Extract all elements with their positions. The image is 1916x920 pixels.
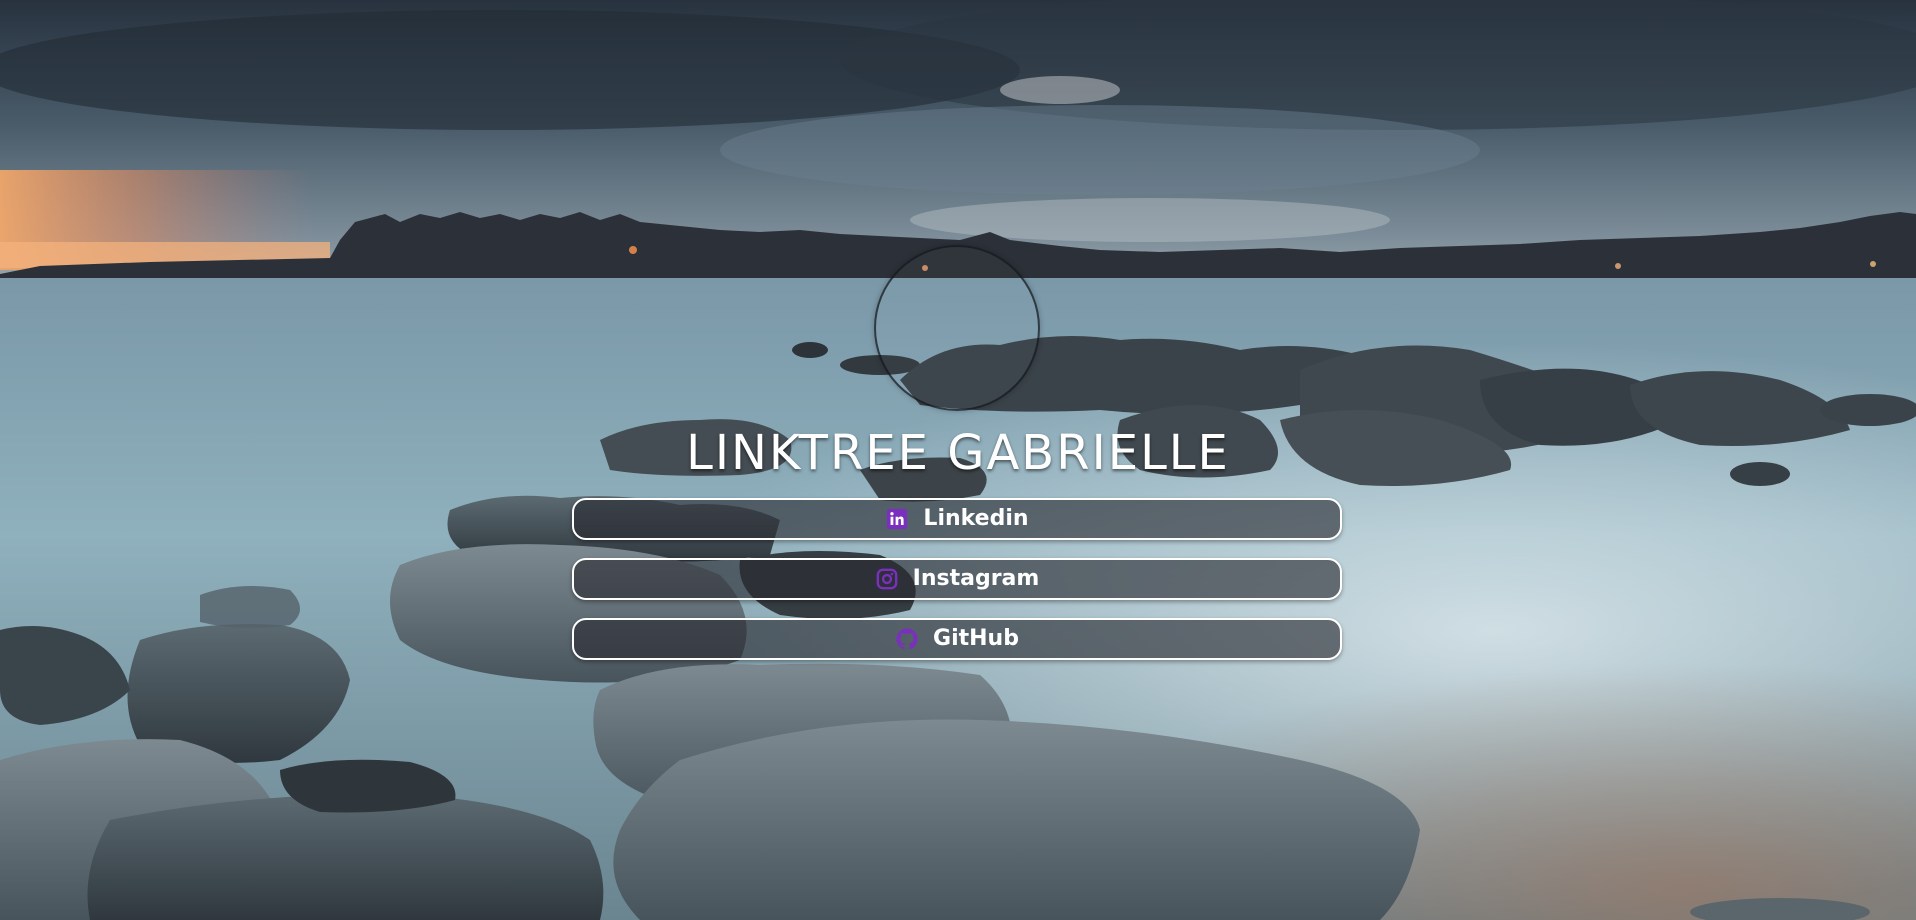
profile-avatar [874, 245, 1040, 411]
linkedin-icon [885, 507, 909, 531]
instagram-link-label: Instagram [912, 566, 1040, 591]
link-list: Linkedin Instagram GitHub [572, 498, 1342, 678]
instagram-icon [875, 567, 899, 591]
page: LINKTREE GABRIELLE Linkedin Instagram Gi… [0, 0, 1916, 920]
github-icon [895, 627, 919, 651]
github-link-button[interactable]: GitHub [572, 618, 1342, 660]
page-title: LINKTREE GABRIELLE [686, 425, 1230, 481]
linkedin-link-label: Linkedin [923, 506, 1029, 531]
linkedin-link-button[interactable]: Linkedin [572, 498, 1342, 540]
github-link-label: GitHub [933, 626, 1019, 651]
instagram-link-button[interactable]: Instagram [572, 558, 1342, 600]
